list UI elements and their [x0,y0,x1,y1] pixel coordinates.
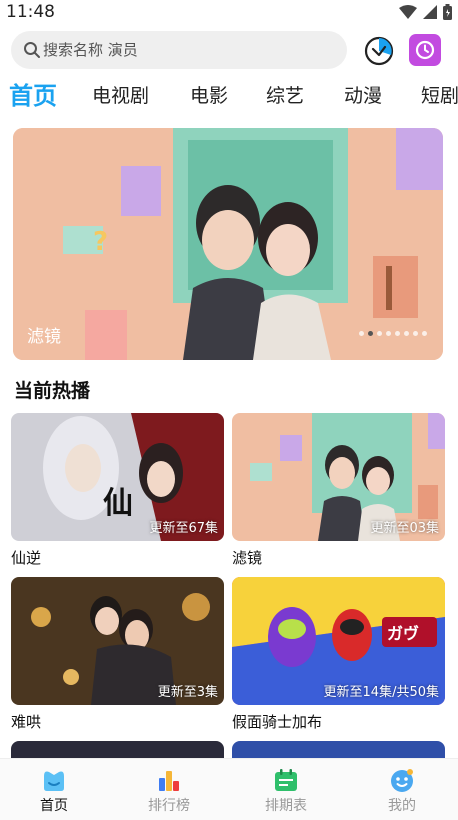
card-thumbnail: 更新至03集 [232,413,445,541]
card-title: 假面骑士加布 [232,713,323,731]
nav-home[interactable]: 首页 [14,767,94,815]
search-box[interactable] [11,31,347,69]
pagination-dot [386,331,391,336]
wifi-icon [399,5,417,19]
history-icon[interactable] [363,35,395,67]
search-input[interactable] [43,31,333,69]
search-icon [24,42,40,58]
pagination-dot [395,331,400,336]
status-icons [399,4,452,20]
nav-label: 排行榜 [148,798,190,814]
card-title: 滤镜 [232,549,263,567]
profile-icon [391,769,413,792]
nav-ranking[interactable]: 排行榜 [129,767,209,815]
tab-variety[interactable]: 综艺 [266,76,304,116]
svg-text:仙: 仙 [103,486,133,521]
search-row [0,30,458,72]
pagination-dot [377,331,382,336]
show-card-lvjing[interactable]: 更新至03集 滤镜 [232,413,445,568]
nav-profile[interactable]: 我的 [362,767,442,815]
tab-movies[interactable]: 电影 [190,76,228,116]
episode-badge: 更新至14集/共50集 [323,685,439,700]
card-title: 仙逆 [11,549,42,567]
ranking-icon [159,771,179,791]
tab-anime[interactable]: 动漫 [344,76,382,116]
banner-title: 滤镜 [27,327,61,347]
battery-icon [443,4,452,20]
nav-schedule[interactable]: 排期表 [246,767,326,815]
banner-pagination [359,331,427,336]
section-title: 当前热播 [14,380,91,402]
clock-icon [415,40,435,60]
banner-image: ? [13,128,443,360]
tab-tv-series[interactable]: 电视剧 [92,76,149,116]
svg-text:?: ? [93,227,108,257]
nav-label: 首页 [40,798,68,814]
show-card-nanhong[interactable]: 更新至3集 难哄 [11,577,224,732]
home-icon [44,771,64,791]
status-time: 11:48 [6,2,55,22]
episode-badge: 更新至67集 [149,521,218,536]
nav-label: 我的 [388,798,416,814]
pagination-dot [422,331,427,336]
show-card-xianni[interactable]: 仙 更新至67集 仙逆 [11,413,224,568]
show-card-kamen-rider-gavv[interactable]: ガヴ 更新至14集/共50集 假面骑士加布 [232,577,445,732]
calendar-icon [275,769,297,791]
tab-short-drama[interactable]: 短剧 [421,76,458,116]
svg-text:ガヴ: ガヴ [387,624,419,643]
category-tabs: 首页 电视剧 电影 综艺 动漫 短剧 [0,76,458,116]
clock-button[interactable] [409,34,441,66]
tab-home[interactable]: 首页 [9,76,57,116]
episode-badge: 更新至3集 [157,685,218,700]
pagination-dot [413,331,418,336]
pagination-dot-active [368,331,373,336]
status-bar: 11:48 [0,0,458,26]
show-card-partial[interactable] [232,741,445,758]
pagination-dot [404,331,409,336]
card-title: 难哄 [11,713,42,731]
card-thumbnail: 仙 更新至67集 [11,413,224,541]
pagination-dot [359,331,364,336]
bottom-navigation: 首页 排行榜 排期表 我的 [0,758,458,820]
card-thumbnail: ガヴ 更新至14集/共50集 [232,577,445,705]
episode-badge: 更新至03集 [370,521,439,536]
card-thumbnail: 更新至3集 [11,577,224,705]
banner-carousel[interactable]: ? 滤镜 [13,128,443,360]
show-card-partial[interactable] [11,741,224,758]
nav-label: 排期表 [265,798,307,814]
signal-icon [423,5,437,19]
